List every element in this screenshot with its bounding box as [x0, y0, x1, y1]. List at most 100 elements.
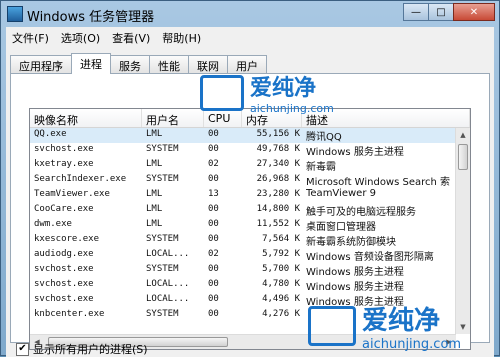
process-list-header: 映像名称 用户名 CPU 内存 描述 — [30, 109, 470, 128]
table-row[interactable]: audiodg.exe LOCAL... 02 5,792 K Windows 音频设备… — [30, 248, 456, 263]
cell-mem: 26,968 K — [256, 174, 300, 184]
cell-name: CooCare.exe — [34, 204, 94, 214]
cell-desc: Windows 服务主进程 — [306, 282, 404, 293]
cell-desc: Microsoft Windows Search 索 — [306, 177, 451, 188]
show-all-users-label: 显示所有用户的进程(S) — [33, 343, 148, 356]
cell-name: kxetray.exe — [34, 159, 94, 169]
tab-processes[interactable]: 进程 — [71, 53, 111, 74]
window-controls: — □ ✕ — [403, 3, 495, 21]
maximize-button[interactable]: □ — [428, 3, 454, 21]
cell-user: LML — [146, 219, 163, 229]
table-row[interactable]: kxetray.exe LML 02 27,340 K 新毒霸 — [30, 158, 456, 173]
table-row[interactable]: svchost.exe LOCAL... 00 4,780 K Windows 服务主进… — [30, 278, 456, 293]
table-row[interactable]: svchost.exe SYSTEM 00 49,768 K Windows 服务主进程 — [30, 143, 456, 158]
cell-mem: 14,800 K — [256, 204, 300, 214]
show-all-users-option[interactable]: ✔ 显示所有用户的进程(S) — [16, 341, 148, 357]
tab-networking[interactable]: 联网 — [188, 55, 228, 73]
cell-user: SYSTEM — [146, 234, 179, 244]
cell-desc: Windows 服务主进程 — [306, 147, 404, 158]
cell-mem: 5,792 K — [262, 249, 300, 259]
vertical-scroll-thumb[interactable] — [458, 144, 468, 170]
vertical-scrollbar[interactable]: ▲ ▼ — [455, 128, 470, 334]
cell-name: kxescore.exe — [34, 234, 100, 244]
tab-services[interactable]: 服务 — [110, 55, 150, 73]
scroll-down-icon[interactable]: ▼ — [456, 320, 470, 334]
table-row[interactable]: svchost.exe SYSTEM 00 5,700 K Windows 服务主进程 — [30, 263, 456, 278]
cell-mem: 7,564 K — [262, 234, 300, 244]
table-row[interactable]: knbcenter.exe SYSTEM 00 4,276 K — [30, 308, 456, 323]
cell-desc: Windows 服务主进程 — [306, 297, 404, 308]
tab-performance[interactable]: 性能 — [149, 55, 189, 73]
cell-user: LML — [146, 129, 163, 139]
process-rows: QQ.exe LML 00 55,156 K 腾讯QQ svchost.exe SYSTEM… — [30, 128, 456, 323]
cell-cpu: 00 — [208, 129, 219, 139]
cell-name: audiodg.exe — [34, 249, 94, 259]
cell-user: LML — [146, 159, 163, 169]
table-row[interactable]: QQ.exe LML 00 55,156 K 腾讯QQ — [30, 128, 456, 143]
cell-user: SYSTEM — [146, 174, 179, 184]
cell-mem: 11,552 K — [256, 219, 300, 229]
cell-cpu: 00 — [208, 309, 219, 319]
cell-cpu: 00 — [208, 219, 219, 229]
tab-users[interactable]: 用户 — [227, 55, 267, 73]
cell-mem: 4,496 K — [262, 294, 300, 304]
cell-mem: 49,768 K — [256, 144, 300, 154]
cell-mem: 4,780 K — [262, 279, 300, 289]
column-image-name[interactable]: 映像名称 — [30, 109, 142, 127]
column-cpu[interactable]: CPU — [204, 109, 242, 127]
cell-cpu: 00 — [208, 279, 219, 289]
column-memory[interactable]: 内存 — [242, 109, 302, 127]
column-description[interactable]: 描述 — [302, 109, 470, 127]
cell-cpu: 13 — [208, 189, 219, 199]
cell-desc: 新毒霸系统防御模块 — [306, 237, 396, 248]
client-area: 文件(F) 选项(O) 查看(V) 帮助(H) 应用程序 进程 服务 性能 联网… — [6, 27, 494, 357]
cell-cpu: 00 — [208, 234, 219, 244]
cell-cpu: 00 — [208, 174, 219, 184]
close-button[interactable]: ✕ — [453, 3, 495, 21]
show-all-users-checkbox[interactable]: ✔ — [16, 342, 29, 356]
table-row[interactable]: SearchIndexer.exe SYSTEM 00 26,968 K Microso… — [30, 173, 456, 188]
menu-options[interactable]: 选项(O) — [55, 27, 106, 47]
cell-desc: Windows 服务主进程 — [306, 267, 404, 278]
tab-applications[interactable]: 应用程序 — [10, 55, 72, 73]
cell-user: LOCAL... — [146, 249, 190, 259]
cell-desc: 腾讯QQ — [306, 132, 342, 143]
cell-mem: 4,276 K — [262, 309, 300, 319]
cell-mem: 55,156 K — [256, 129, 300, 139]
menu-help[interactable]: 帮助(H) — [156, 27, 207, 47]
cell-desc: TeamViewer 9 — [306, 188, 376, 199]
cell-user: LOCAL... — [146, 294, 190, 304]
cell-cpu: 02 — [208, 159, 219, 169]
cell-user: LML — [146, 204, 163, 214]
processes-panel: 映像名称 用户名 CPU 内存 描述 QQ.exe LML 00 55,156 K 腾讯… — [10, 73, 490, 350]
table-row[interactable]: dwm.exe LML 00 11,552 K 桌面窗口管理器 — [30, 218, 456, 233]
cell-mem: 5,700 K — [262, 264, 300, 274]
cell-user: SYSTEM — [146, 144, 179, 154]
table-row[interactable]: CooCare.exe LML 00 14,800 K 触手可及的电脑远程服务 — [30, 203, 456, 218]
cell-name: SearchIndexer.exe — [34, 174, 127, 184]
cell-user: LML — [146, 189, 163, 199]
cell-cpu: 00 — [208, 294, 219, 304]
cell-mem: 27,340 K — [256, 159, 300, 169]
column-user-name[interactable]: 用户名 — [142, 109, 204, 127]
table-row[interactable]: svchost.exe LOCAL... 00 4,496 K Windows 服务主进… — [30, 293, 456, 308]
minimize-button[interactable]: — — [403, 3, 429, 21]
menu-bar: 文件(F) 选项(O) 查看(V) 帮助(H) — [6, 27, 494, 47]
cell-name: svchost.exe — [34, 279, 94, 289]
cell-cpu: 00 — [208, 204, 219, 214]
window-title: Windows 任务管理器 — [27, 10, 155, 25]
process-list[interactable]: 映像名称 用户名 CPU 内存 描述 QQ.exe LML 00 55,156 K 腾讯… — [29, 108, 471, 350]
cell-desc: Windows 音频设备图形隔离 — [306, 252, 434, 263]
cell-desc: 桌面窗口管理器 — [306, 222, 376, 233]
cell-cpu: 00 — [208, 264, 219, 274]
cell-cpu: 02 — [208, 249, 219, 259]
menu-view[interactable]: 查看(V) — [106, 27, 156, 47]
table-row[interactable]: kxescore.exe SYSTEM 00 7,564 K 新毒霸系统防御模块 — [30, 233, 456, 248]
title-bar[interactable]: Windows 任务管理器 — □ ✕ — [1, 1, 499, 27]
cell-name: TeamViewer.exe — [34, 189, 110, 199]
task-manager-window: Windows 任务管理器 — □ ✕ 文件(F) 选项(O) 查看(V) 帮助… — [0, 0, 500, 357]
scroll-up-icon[interactable]: ▲ — [456, 128, 470, 142]
menu-file[interactable]: 文件(F) — [6, 27, 55, 47]
table-row[interactable]: TeamViewer.exe LML 13 23,280 K TeamViewer 9 — [30, 188, 456, 203]
scroll-right-icon[interactable]: ▶ — [442, 335, 456, 349]
